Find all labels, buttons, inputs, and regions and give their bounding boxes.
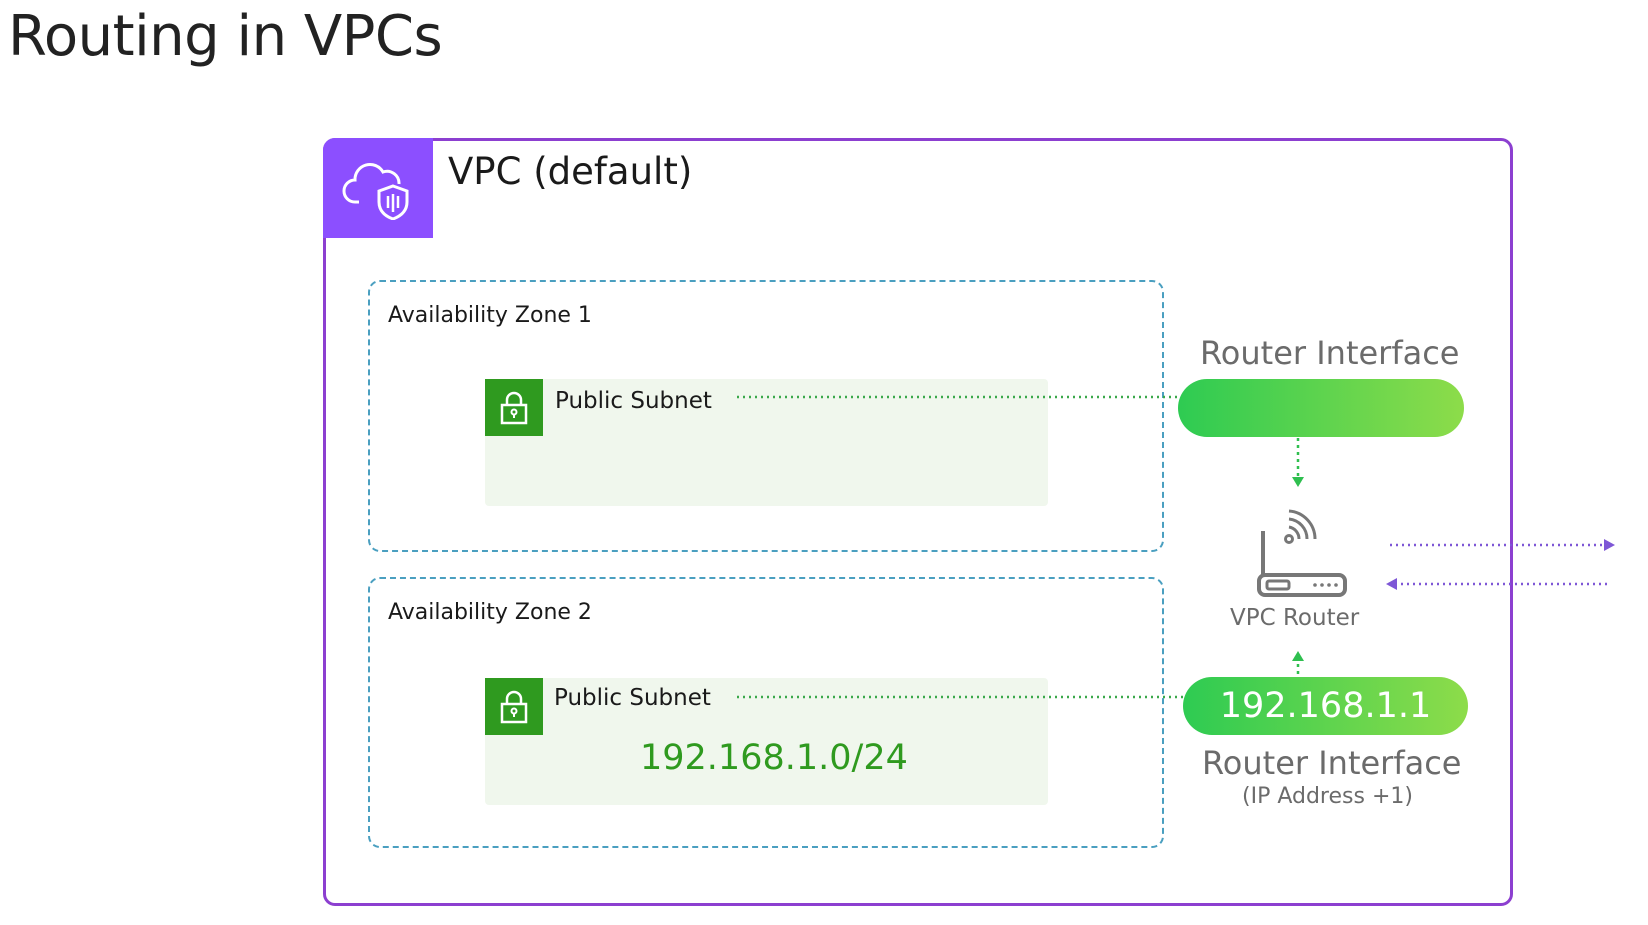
router-to-interface-arrowhead [1292, 651, 1304, 661]
connector-layer [737, 395, 1615, 699]
inbound-arrowhead [1386, 578, 1397, 590]
interface-to-router-arrowhead [1292, 477, 1304, 487]
outbound-arrowhead [1604, 539, 1615, 551]
